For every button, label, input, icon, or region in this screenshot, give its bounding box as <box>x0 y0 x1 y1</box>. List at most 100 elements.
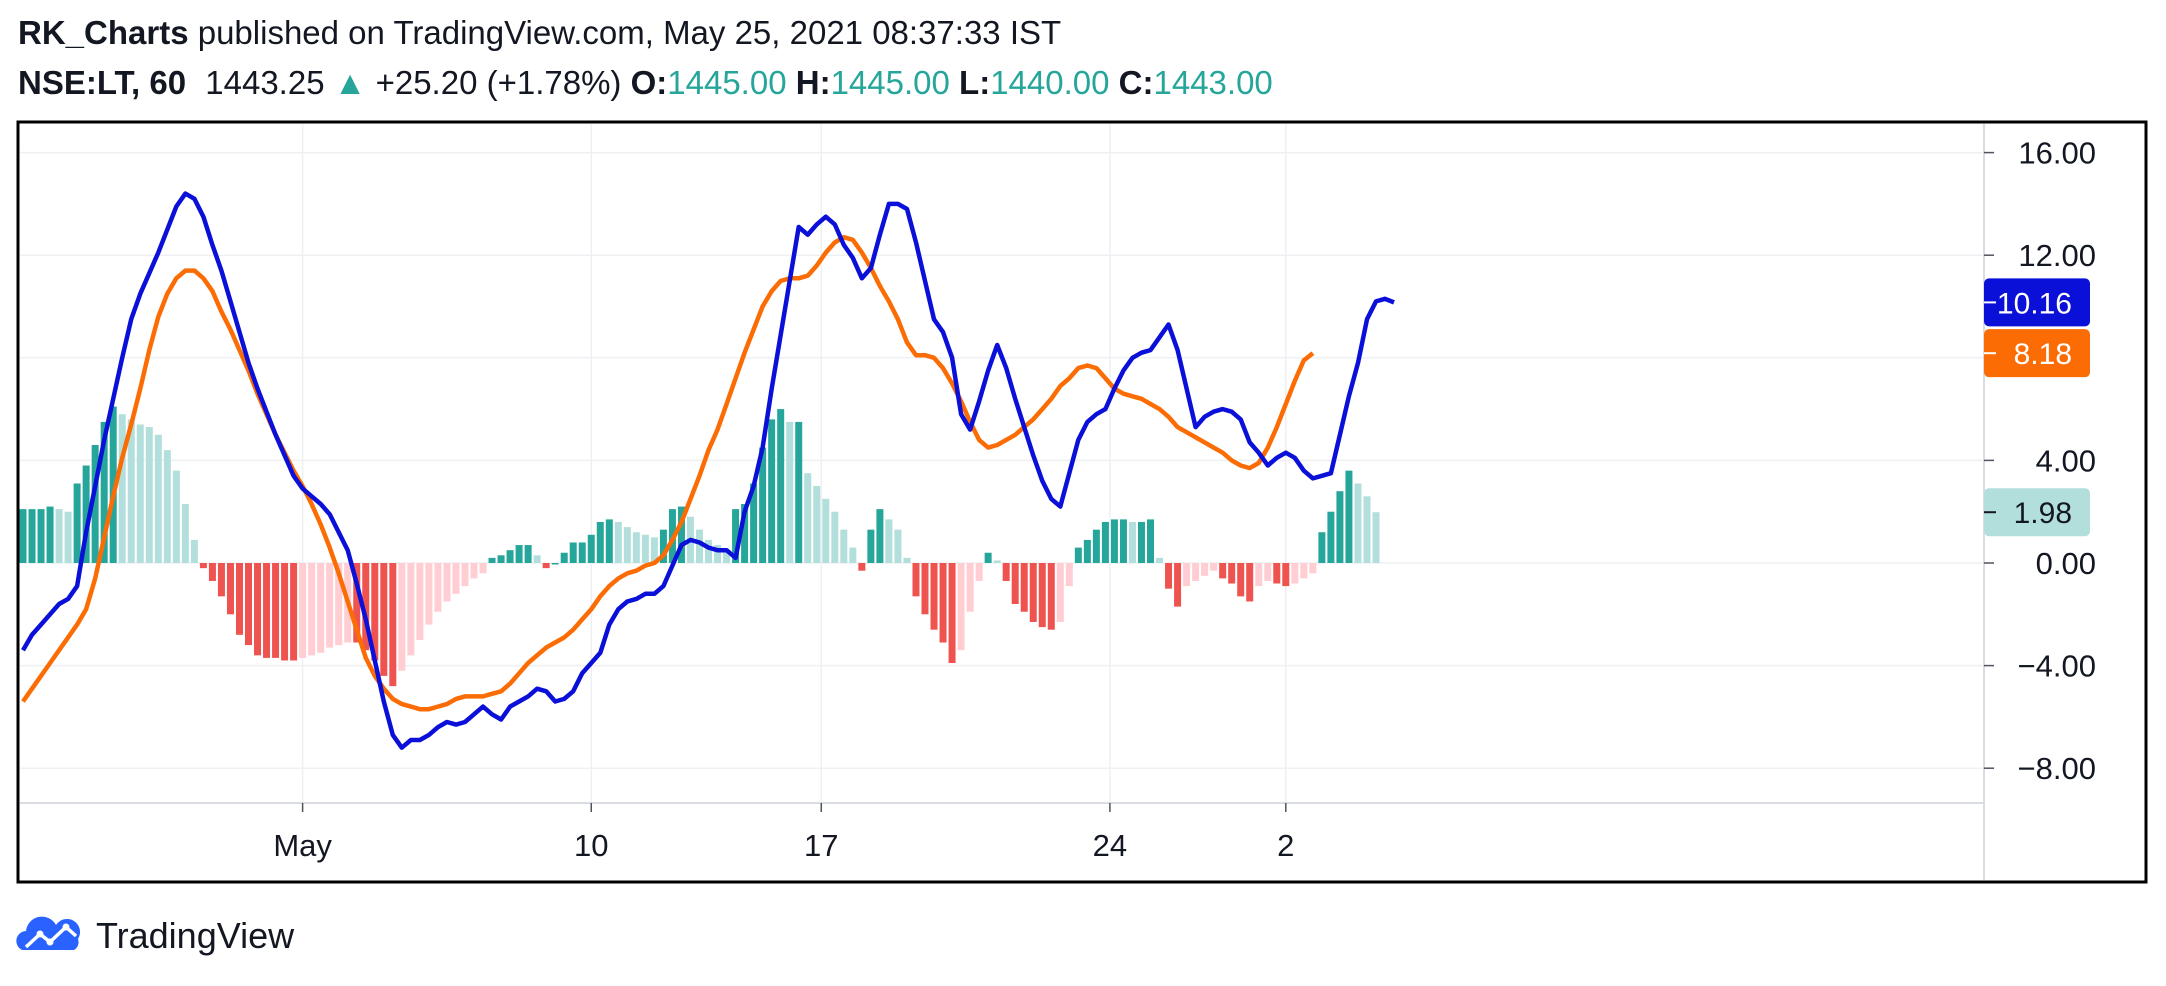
x-tick-label: 24 <box>1093 828 1127 863</box>
histogram-bar <box>389 563 397 687</box>
histogram-bar <box>1345 470 1353 563</box>
histogram-bar <box>1327 511 1335 563</box>
histogram-bar <box>912 563 920 597</box>
histogram-bar <box>1354 483 1362 563</box>
histogram-bar <box>632 532 640 563</box>
histogram-bar <box>1002 563 1010 581</box>
histogram-bar <box>245 563 252 646</box>
histogram-bar <box>488 557 496 563</box>
histogram-bar <box>1047 563 1055 630</box>
histogram-bar <box>479 563 487 574</box>
histogram-bar <box>37 509 45 563</box>
histogram-bar <box>831 511 839 563</box>
histogram-bar <box>867 529 875 563</box>
histogram-bar <box>533 555 541 563</box>
histogram-bar <box>235 563 243 635</box>
histogram-bar <box>858 563 866 571</box>
histogram-bar <box>1264 563 1272 581</box>
histogram-bar <box>461 563 469 587</box>
histogram-bar <box>272 563 280 658</box>
histogram-bar <box>1318 532 1326 563</box>
histogram-bar <box>1183 563 1191 587</box>
histogram-bar <box>542 563 550 569</box>
histogram-bar <box>1119 519 1127 563</box>
histogram-bar <box>154 434 162 563</box>
histogram-bar <box>939 563 947 643</box>
histogram-bar <box>1029 563 1037 622</box>
histogram-bar <box>470 563 478 579</box>
histogram-bar <box>136 424 144 563</box>
histogram-bar <box>425 563 433 625</box>
histogram-bar <box>1255 563 1263 587</box>
histogram-bar <box>795 421 803 563</box>
histogram-bar <box>596 521 604 563</box>
histogram-bar <box>19 509 27 563</box>
histogram-bar <box>551 563 559 565</box>
histogram-bar <box>524 545 532 563</box>
histogram-bar <box>55 509 63 563</box>
histogram-bar <box>975 563 983 581</box>
histogram-bar <box>263 563 271 658</box>
tradingview-brand[interactable]: TradingView <box>96 915 294 957</box>
histogram-bar <box>254 563 262 656</box>
histogram-bar <box>1065 563 1073 587</box>
histogram-bar <box>118 414 126 563</box>
histogram-bar <box>208 563 216 581</box>
histogram-bar <box>614 521 622 563</box>
histogram-bar <box>1083 539 1091 563</box>
histogram-bar <box>1110 519 1118 563</box>
histogram-bar <box>1372 512 1380 563</box>
histogram-bar <box>172 470 180 563</box>
histogram-bar <box>1092 529 1100 563</box>
histogram-bar <box>199 563 207 569</box>
histogram-bar <box>1201 563 1209 576</box>
histogram-bar <box>506 550 514 563</box>
tradingview-logo-icon[interactable] <box>14 914 88 958</box>
histogram-bar <box>1101 521 1109 563</box>
macd-chart[interactable]: 16.0012.004.000.00−4.00−8.00 May 10 17 24 2 … <box>0 0 2166 900</box>
histogram-bar <box>1309 563 1317 574</box>
footer: TradingView <box>14 908 294 964</box>
histogram-bar <box>1174 563 1182 607</box>
histogram-bar <box>786 421 794 563</box>
histogram-bar <box>1074 547 1082 563</box>
histogram-bar <box>46 506 54 563</box>
x-tick-label: 17 <box>804 828 838 863</box>
y-tick-label: −8.00 <box>2018 751 2096 786</box>
histogram-bar <box>1228 563 1236 584</box>
histogram-bar <box>984 552 992 563</box>
histogram-bar <box>497 555 505 563</box>
histogram-bar <box>217 563 225 597</box>
histogram-bar <box>569 542 577 563</box>
y-tick-label: 4.00 <box>2036 443 2096 478</box>
histogram-bar <box>1300 563 1308 579</box>
histogram-bar <box>1020 563 1028 612</box>
histogram-bar <box>1246 563 1254 602</box>
histogram-bar <box>452 563 460 594</box>
histogram-bar <box>993 560 1001 563</box>
x-tick-label: May <box>273 828 332 863</box>
histogram-bar <box>1147 519 1154 563</box>
histogram-bar <box>1363 496 1371 563</box>
histogram-bar <box>1273 563 1281 584</box>
label-text: 8.18 <box>2014 338 2072 371</box>
histogram-bar <box>1237 563 1245 597</box>
macd-last-value-label: 10.16 <box>1984 278 2090 327</box>
histogram-bar <box>578 542 586 563</box>
histogram-bar <box>903 557 911 563</box>
histogram-bar <box>948 563 956 664</box>
histogram-bar <box>326 563 334 648</box>
histogram-bar <box>434 563 442 612</box>
histogram-bar <box>1219 563 1227 579</box>
histogram-bar <box>1156 557 1164 563</box>
histogram-bar <box>226 563 234 615</box>
histogram-bar <box>876 509 884 563</box>
histogram-bar <box>308 563 316 656</box>
histogram-bar <box>921 563 929 615</box>
signal-last-value-label: 8.18 <box>1984 329 2090 378</box>
histogram-bar <box>317 563 325 653</box>
histogram-bar <box>380 563 388 676</box>
histogram-bar <box>560 552 568 563</box>
histogram-bar <box>1011 563 1019 605</box>
histogram-bar <box>1128 521 1136 563</box>
